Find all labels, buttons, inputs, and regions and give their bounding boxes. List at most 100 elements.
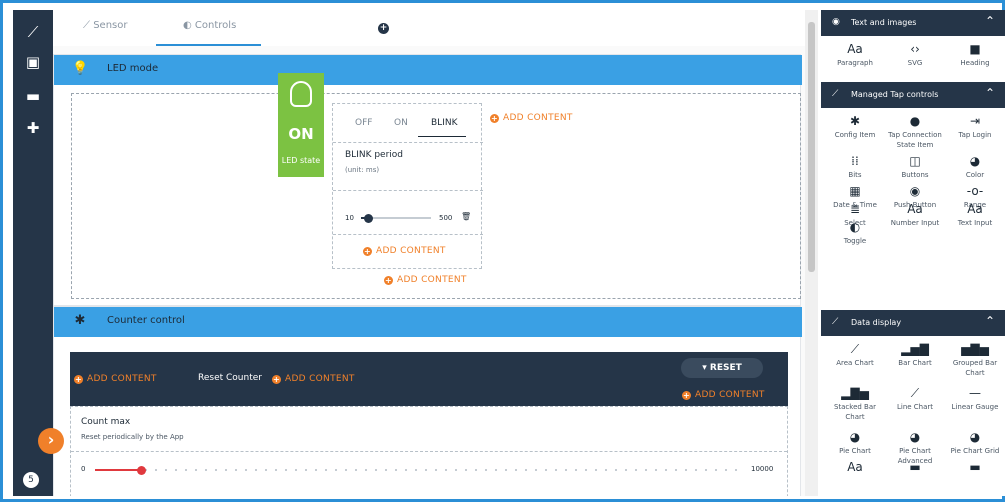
puzzle-icon[interactable]: ✚ bbox=[23, 118, 43, 138]
number-input-icon: Aa bbox=[907, 202, 923, 216]
tab-active-underline bbox=[156, 44, 261, 46]
text-input-icon: Aa bbox=[967, 202, 983, 216]
count-slider-knob[interactable] bbox=[136, 466, 146, 475]
led-state-value: ON bbox=[288, 125, 314, 143]
tool-paragraph[interactable]: Aa Paragraph bbox=[825, 42, 885, 68]
tool-tap-connection-state-item[interactable]: ● Tap Connection State Item bbox=[885, 114, 945, 150]
expand-nav-button[interactable]: › bbox=[38, 428, 64, 454]
mode-selected-underline bbox=[418, 136, 466, 137]
add-content-button[interactable]: + ADD CONTENT bbox=[384, 275, 467, 285]
chevron-up-icon[interactable]: ⌃ bbox=[985, 314, 995, 328]
add-content-button[interactable]: + ADD CONTENT bbox=[490, 113, 573, 123]
mode-on[interactable]: ON bbox=[394, 118, 408, 128]
paragraph-icon: Aa bbox=[847, 42, 863, 56]
tool-line-chart[interactable]: ⟋ Line Chart bbox=[885, 386, 945, 412]
tool-bits[interactable]: ⁞⁞ Bits bbox=[825, 154, 885, 180]
tool-number-input[interactable]: Aa Number Input bbox=[885, 202, 945, 228]
tool-area-chart[interactable]: ⟋ Area Chart bbox=[825, 342, 885, 368]
folder-icon[interactable]: ▬ bbox=[23, 86, 43, 106]
count-slider-fill bbox=[95, 469, 141, 471]
tool-config-item[interactable]: ✱ Config Item bbox=[825, 114, 885, 140]
add-icon: + bbox=[682, 391, 691, 400]
add-tab-button[interactable]: + bbox=[378, 23, 389, 34]
tab-controls[interactable]: ◐ Controls bbox=[183, 20, 236, 31]
tool-tool[interactable]: ▬ bbox=[885, 460, 945, 476]
add-icon: + bbox=[74, 375, 83, 384]
tool-linear-gauge[interactable]: — Linear Gauge bbox=[945, 386, 1005, 412]
tool-label: Buttons bbox=[901, 171, 929, 179]
divider bbox=[333, 190, 483, 191]
tool-tool[interactable]: ▬ bbox=[945, 460, 1005, 476]
tool-label: Grouped Bar Chart bbox=[952, 359, 998, 377]
push-button-icon: ◉ bbox=[909, 184, 921, 198]
add-content-button[interactable]: + ADD CONTENT bbox=[74, 374, 157, 384]
linear-gauge-icon: — bbox=[969, 386, 981, 400]
counter-toolbar: + ADD CONTENT Reset Counter + ADD CONTENT … bbox=[70, 352, 788, 406]
counter-control-card: ✱ Counter control + ADD CONTENT Reset Cou… bbox=[53, 306, 802, 496]
section-header[interactable]: ◉ Text and images ⌃ bbox=[821, 10, 1005, 36]
mode-off[interactable]: OFF bbox=[355, 118, 372, 128]
tool-heading[interactable]: ■ Heading bbox=[945, 42, 1005, 68]
section-header[interactable]: ⟋ Managed Tap controls ⌃ bbox=[821, 82, 1005, 108]
add-content-button[interactable]: + ADD CONTENT bbox=[272, 374, 355, 384]
tool-color[interactable]: ◕ Color bbox=[945, 154, 1005, 180]
main-scrollbar[interactable] bbox=[805, 10, 818, 496]
add-content-button[interactable]: + ADD CONTENT bbox=[363, 246, 446, 256]
color-icon: ◕ bbox=[969, 154, 981, 168]
device-icon[interactable]: ▣ bbox=[23, 52, 43, 72]
range-icon: -o- bbox=[966, 184, 984, 198]
tool-tool[interactable]: Aa bbox=[825, 460, 885, 476]
tool-icon: ▬ bbox=[909, 460, 921, 474]
line-chart-icon: ⟋ bbox=[910, 386, 920, 400]
tool-bar-chart[interactable]: ▂▅▇ Bar Chart bbox=[885, 342, 945, 368]
tool-label: SVG bbox=[907, 59, 923, 67]
tool-stacked-bar-chart[interactable]: ▂▇▅ Stacked Bar Chart bbox=[825, 386, 885, 422]
scroll-thumb[interactable] bbox=[808, 22, 815, 272]
component-palette: ◉ Text and images ⌃ Aa Paragraph ‹› SVG ■ Headin… bbox=[821, 10, 1005, 496]
tool-label: Linear Gauge bbox=[951, 403, 999, 411]
count-slider-min: 0 bbox=[81, 465, 86, 473]
tool-toggle[interactable]: ◐ Toggle bbox=[825, 220, 885, 246]
mode-blink[interactable]: BLINK bbox=[431, 118, 457, 128]
counter-control-header: ✱ Counter control bbox=[54, 307, 802, 337]
add-content-label: ADD CONTENT bbox=[397, 275, 467, 285]
lightbulb-icon: 💡 bbox=[72, 61, 89, 76]
bits-icon: ⁞⁞ bbox=[851, 154, 859, 168]
divider bbox=[333, 234, 483, 235]
count-max-title: Count max bbox=[81, 417, 131, 427]
reset-button-label: RESET bbox=[709, 363, 742, 373]
add-content-label: ADD CONTENT bbox=[87, 374, 157, 384]
chevron-up-icon[interactable]: ⌃ bbox=[985, 14, 995, 28]
led-state-tile: ON LED state bbox=[278, 73, 324, 177]
dashboard-icon[interactable]: ⟋ bbox=[23, 22, 43, 42]
delete-icon[interactable]: 🗑 bbox=[461, 212, 471, 221]
tool-icon: Aa bbox=[847, 460, 863, 474]
tool-pie-chart[interactable]: ◕ Pie Chart bbox=[825, 430, 885, 456]
blink-slider-knob[interactable] bbox=[364, 214, 373, 223]
stacked-bar-chart-icon: ▂▇▅ bbox=[841, 386, 869, 400]
section-title: Data display bbox=[851, 318, 902, 327]
tool-label: Tap Connection State Item bbox=[888, 131, 942, 149]
config-item-icon: ✱ bbox=[849, 114, 861, 128]
pie-chart-icon: ◕ bbox=[849, 430, 861, 444]
tool-icon: ▬ bbox=[969, 460, 981, 474]
tool-pie-chart-grid[interactable]: ◕ Pie Chart Grid bbox=[945, 430, 1005, 456]
reset-button[interactable]: ▾ RESET bbox=[681, 358, 763, 378]
tool-svg[interactable]: ‹› SVG bbox=[885, 42, 945, 68]
tool-buttons[interactable]: ◫ Buttons bbox=[885, 154, 945, 180]
section-header[interactable]: ⟋ Data display ⌃ bbox=[821, 310, 1005, 336]
led-mode-header: 💡 LED mode bbox=[54, 55, 802, 85]
pie-chart-advanced-icon: ◕ bbox=[909, 430, 921, 444]
add-content-button[interactable]: + ADD CONTENT bbox=[682, 390, 765, 400]
counter-control-title: Counter control bbox=[107, 315, 185, 326]
tab-sensor[interactable]: ⟋ Sensor bbox=[83, 20, 127, 31]
tool-tap-login[interactable]: ⇥ Tap Login bbox=[945, 114, 1005, 140]
count-slider-track[interactable] bbox=[95, 469, 745, 471]
tool-label: Pie Chart Grid bbox=[950, 447, 1000, 455]
tool-grouped-bar-chart[interactable]: ▅▇▅ Grouped Bar Chart bbox=[945, 342, 1005, 378]
tab-bar: ⟋ Sensor ◐ Controls + bbox=[53, 10, 805, 46]
divider bbox=[71, 451, 787, 452]
add-icon: + bbox=[272, 375, 281, 384]
chevron-up-icon[interactable]: ⌃ bbox=[985, 86, 995, 100]
tool-text-input[interactable]: Aa Text Input bbox=[945, 202, 1005, 228]
